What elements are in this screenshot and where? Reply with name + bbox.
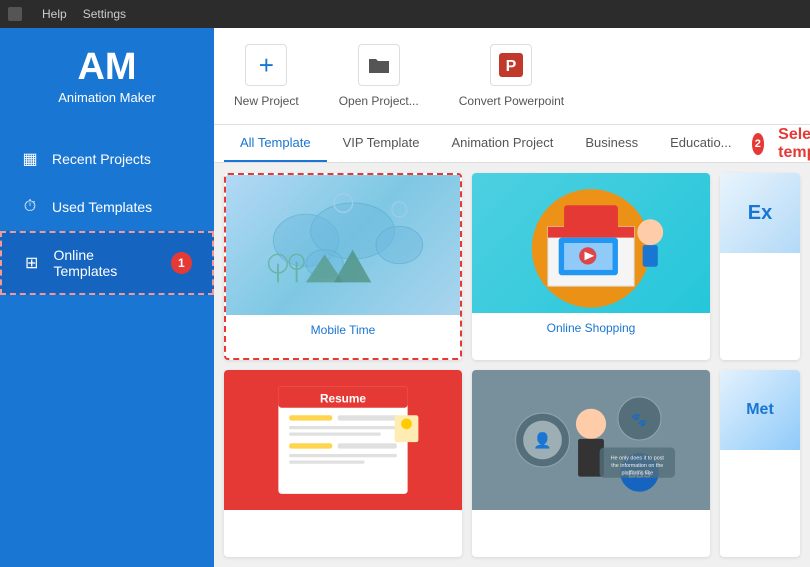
open-project-icon [358, 44, 400, 86]
convert-powerpoint-button[interactable]: P Convert Powerpoint [459, 44, 564, 108]
app-logo-icon [8, 7, 22, 21]
sidebar-item-recent-projects[interactable]: ▦ Recent Projects [0, 135, 214, 183]
template-card-social-media[interactable]: 👤 🐾 BBS He only does it to post t [472, 370, 710, 557]
open-project-label: Open Project... [339, 94, 419, 108]
sidebar-nav: ▦ Recent Projects ⏱ Used Templates ⊞ Onl… [0, 135, 214, 295]
tab-animation-project[interactable]: Animation Project [435, 125, 569, 162]
svg-text:🐾: 🐾 [631, 412, 647, 427]
template-card-resume[interactable]: Resume [224, 370, 462, 557]
convert-powerpoint-icon: P [490, 44, 532, 86]
svg-text:👤: 👤 [533, 431, 552, 449]
sidebar-item-online-templates[interactable]: ⊞ Online Templates 1 [0, 231, 214, 295]
mobile-time-bg [226, 175, 460, 315]
svg-text:He only does it to post: He only does it to post [611, 455, 665, 461]
new-project-icon: + [245, 44, 287, 86]
new-project-label: New Project [234, 94, 299, 108]
svg-text:platforms like: platforms like [621, 470, 653, 476]
new-project-button[interactable]: + New Project [234, 44, 299, 108]
sidebar: AM Animation Maker ▦ Recent Projects ⏱ U… [0, 28, 214, 567]
recent-projects-icon: ▦ [20, 149, 40, 169]
sidebar-brand: AM Animation Maker [58, 48, 156, 105]
template-card-mobile-time[interactable]: Mobile Time [224, 173, 462, 360]
svg-text:Resume: Resume [320, 391, 366, 405]
menu-help[interactable]: Help [42, 7, 67, 21]
resume-image: Resume [224, 370, 462, 510]
mobile-time-image [226, 175, 460, 315]
brand-name: Animation Maker [58, 90, 156, 105]
brand-letters: AM [58, 48, 156, 86]
action-bar: + New Project Open Project... P [214, 28, 810, 125]
svg-text:the information on the: the information on the [611, 463, 663, 469]
open-project-button[interactable]: Open Project... [339, 44, 419, 108]
convert-powerpoint-label: Convert Powerpoint [459, 94, 564, 108]
sidebar-item-used-templates[interactable]: ⏱ Used Templates [0, 183, 214, 231]
svg-text:P: P [506, 58, 517, 75]
content-area: + New Project Open Project... P [214, 28, 810, 567]
resume-label [224, 510, 462, 526]
mobile-time-label: Mobile Time [226, 315, 460, 345]
template-tabs-row: All Template VIP Template Animation Proj… [214, 125, 810, 163]
online-shopping-label: Online Shopping [472, 313, 710, 343]
online-templates-icon: ⊞ [22, 253, 41, 273]
menu-settings[interactable]: Settings [83, 7, 126, 21]
online-templates-label: Online Templates [53, 247, 158, 279]
main-layout: AM Animation Maker ▦ Recent Projects ⏱ U… [0, 28, 810, 567]
used-templates-icon: ⏱ [20, 197, 40, 217]
online-shopping-image [472, 173, 710, 313]
online-templates-badge: 1 [171, 252, 192, 274]
used-templates-label: Used Templates [52, 199, 152, 215]
template-card-online-shopping[interactable]: Online Shopping [472, 173, 710, 360]
select-template-badge: 2 [752, 133, 765, 155]
menu-bar: Help Settings [0, 0, 810, 28]
social-media-image: 👤 🐾 BBS He only does it to post t [472, 370, 710, 510]
select-template-label: Select a template [778, 126, 810, 162]
template-card-partial-bottom-right[interactable]: Met [720, 370, 800, 557]
social-media-bg: 👤 🐾 BBS He only does it to post t [472, 370, 710, 510]
tab-vip-template[interactable]: VIP Template [327, 125, 436, 162]
online-shopping-bg [472, 173, 710, 313]
template-card-partial-right[interactable]: Ex [720, 173, 800, 360]
tab-all-template[interactable]: All Template [224, 125, 327, 162]
social-media-label [472, 510, 710, 526]
tab-business[interactable]: Business [569, 125, 654, 162]
resume-bg: Resume [224, 370, 462, 510]
recent-projects-label: Recent Projects [52, 151, 151, 167]
tab-education[interactable]: Educatio... [654, 125, 747, 162]
